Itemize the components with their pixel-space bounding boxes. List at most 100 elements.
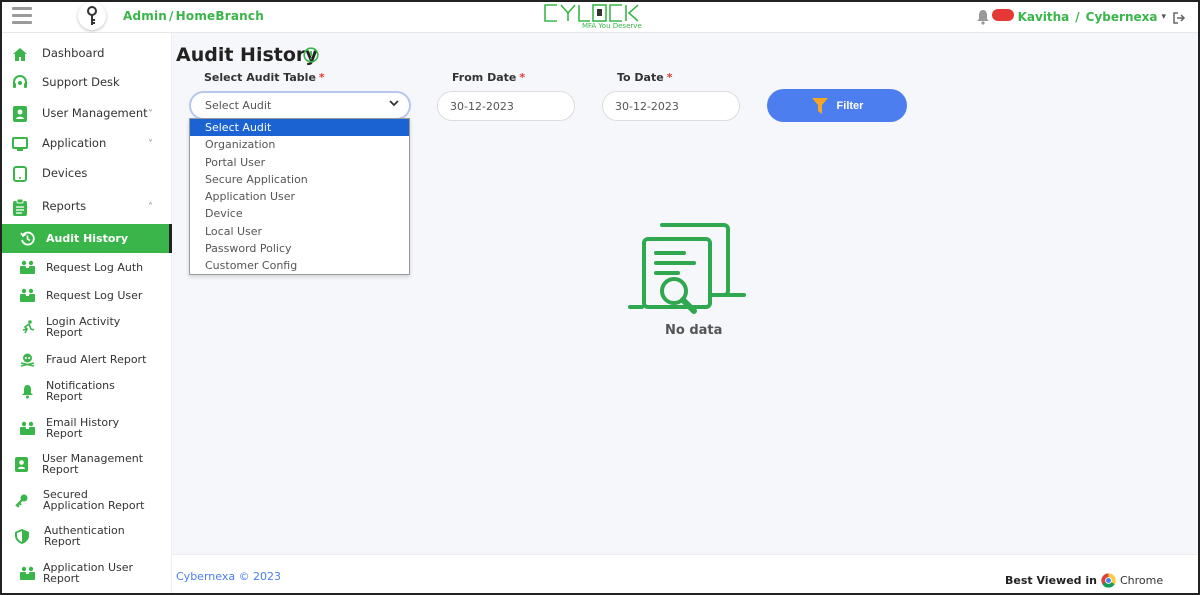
sidebar-item-label: Reports xyxy=(42,199,87,214)
required-mark: * xyxy=(318,71,325,84)
breadcrumb-admin[interactable]: Admin xyxy=(123,9,167,23)
sidebar-item-label: Dashboard xyxy=(42,46,105,61)
select-audit-table-label: Select Audit Table * xyxy=(204,71,325,84)
sidebar-item-audit-history[interactable]: Audit History xyxy=(2,224,172,253)
sidebar-item-label: Devices xyxy=(42,166,88,181)
logout-icon[interactable] xyxy=(1172,10,1186,24)
app-window: Admin / HomeBranch MFA You Deserve Kavit… xyxy=(0,0,1200,595)
from-label-text: From Date xyxy=(452,71,517,84)
filter-button[interactable]: Filter xyxy=(767,89,907,122)
cylock-logo: MFA You Deserve xyxy=(542,2,660,32)
audit-table-dropdown: Select Audit Organization Portal User Se… xyxy=(189,118,410,275)
top-header: Admin / HomeBranch MFA You Deserve Kavit… xyxy=(2,2,1198,33)
select-label-text: Select Audit Table xyxy=(204,71,316,84)
dropdown-option[interactable]: Password Policy xyxy=(190,240,409,257)
browser-name: Chrome xyxy=(1119,574,1164,587)
audit-table-select[interactable]: Select Audit xyxy=(189,91,411,120)
filter-button-label: Filter xyxy=(836,99,864,112)
sidebar-item-label: Login Activity Report xyxy=(46,316,120,338)
sidebar-item-label: Secured Application Report xyxy=(43,489,144,511)
tablet-icon xyxy=(12,166,28,182)
page-title: Audit History xyxy=(176,44,318,66)
no-data-document-search-icon xyxy=(628,213,748,321)
from-date-input[interactable]: 30-12-2023 xyxy=(437,91,575,121)
clipboard-icon xyxy=(12,198,28,216)
bell-icon xyxy=(20,384,35,399)
footer: Cybernexa © 2023 Best Viewed in Chrome xyxy=(172,554,1198,593)
sidebar-item-application[interactable]: Application ˅ xyxy=(2,134,172,154)
notification-badge[interactable] xyxy=(991,9,1014,21)
sidebar-item-label: Request Log User xyxy=(46,288,143,302)
label-line-2: Report xyxy=(46,326,83,339)
sidebar-item-user-management[interactable]: User Management ˅ xyxy=(2,104,172,124)
notification-bell-icon[interactable] xyxy=(976,9,990,25)
sidebar-item-user-management-report[interactable]: User Management Report xyxy=(2,451,172,477)
history-icon xyxy=(20,231,35,246)
dropdown-option[interactable]: Secure Application xyxy=(190,171,409,188)
label-line-2: Report xyxy=(43,572,80,585)
required-mark: * xyxy=(519,71,526,84)
key-icon xyxy=(14,493,29,508)
info-icon[interactable] xyxy=(303,47,319,63)
dropdown-option[interactable]: Portal User xyxy=(190,154,409,171)
user-menu-caret-icon[interactable]: ▾ xyxy=(1161,12,1166,22)
sidebar-item-fraud-alert-report[interactable]: Fraud Alert Report xyxy=(2,349,172,369)
required-mark: * xyxy=(666,71,673,84)
sidebar-item-request-log-user[interactable]: Request Log User xyxy=(2,285,172,305)
logo-tagline: MFA You Deserve xyxy=(582,22,642,30)
sidebar-item-label: Support Desk xyxy=(42,75,120,90)
chevron-down-icon: ˅ xyxy=(148,138,153,150)
user-area: Kavitha / Cybernexa ▾ xyxy=(976,7,1186,27)
dropdown-option[interactable]: Application User xyxy=(190,188,409,205)
chrome-icon xyxy=(1101,573,1116,588)
label-line-2: Report xyxy=(42,463,79,476)
to-date-input[interactable]: 30-12-2023 xyxy=(602,91,740,121)
users-icon xyxy=(20,288,35,303)
user-separator: / xyxy=(1075,10,1080,24)
sidebar: Dashboard Support Desk User Management ˅… xyxy=(2,33,172,593)
sidebar-item-authentication-report[interactable]: Authentication Report xyxy=(2,523,172,549)
breadcrumb-branch[interactable]: HomeBranch xyxy=(176,9,264,23)
best-viewed-text: Best Viewed in xyxy=(1005,574,1097,587)
sidebar-item-reports[interactable]: Reports ˄ xyxy=(2,197,172,217)
menu-toggle-icon[interactable] xyxy=(12,7,32,25)
user-name[interactable]: Kavitha xyxy=(1018,10,1070,24)
no-data-text: No data xyxy=(665,323,723,338)
sidebar-item-label: Email History Report xyxy=(46,417,119,439)
breadcrumb-separator: / xyxy=(169,9,174,23)
label-line-2: Report xyxy=(46,390,83,403)
sidebar-item-dashboard[interactable]: Dashboard xyxy=(2,44,172,64)
org-name[interactable]: Cybernexa xyxy=(1086,10,1158,24)
sidebar-item-support-desk[interactable]: Support Desk xyxy=(2,73,172,93)
dropdown-option[interactable]: Customer Config xyxy=(190,257,409,274)
sidebar-item-devices[interactable]: Devices xyxy=(2,164,172,184)
label-line-2: Report xyxy=(46,427,83,440)
sidebar-item-label: User Management xyxy=(42,106,148,121)
sidebar-item-label: Notifications Report xyxy=(46,380,115,402)
sidebar-item-login-activity-report[interactable]: Login Activity Report xyxy=(2,314,172,340)
sidebar-item-email-history-report[interactable]: Email History Report xyxy=(2,415,172,441)
users-icon xyxy=(20,421,35,436)
monitor-icon xyxy=(12,136,28,152)
dropdown-option[interactable]: Device xyxy=(190,205,409,222)
dropdown-option[interactable]: Organization xyxy=(190,136,409,153)
users-icon xyxy=(20,566,35,581)
dropdown-option[interactable]: Select Audit xyxy=(190,119,409,137)
sidebar-item-label: Application User Report xyxy=(43,562,133,584)
sidebar-item-application-user-report[interactable]: Application User Report xyxy=(2,560,172,586)
user-card-icon xyxy=(12,106,28,122)
users-icon xyxy=(20,260,35,275)
sidebar-item-label: User Management Report xyxy=(42,453,143,475)
key-icon xyxy=(78,2,106,30)
skull-icon xyxy=(20,352,35,367)
from-date-label: From Date * xyxy=(452,71,525,84)
label-line-2: Report xyxy=(44,535,81,548)
sidebar-item-label: Audit History xyxy=(46,232,129,245)
sidebar-item-secured-application-report[interactable]: Secured Application Report xyxy=(2,487,172,513)
dropdown-option[interactable]: Local User xyxy=(190,223,409,240)
main-content: Audit History Select Audit Table * From D… xyxy=(172,33,1198,554)
headset-icon xyxy=(12,75,28,91)
sidebar-item-notifications-report[interactable]: Notifications Report xyxy=(2,378,172,404)
to-date-label: To Date * xyxy=(617,71,672,84)
sidebar-item-request-log-auth[interactable]: Request Log Auth xyxy=(2,257,172,277)
